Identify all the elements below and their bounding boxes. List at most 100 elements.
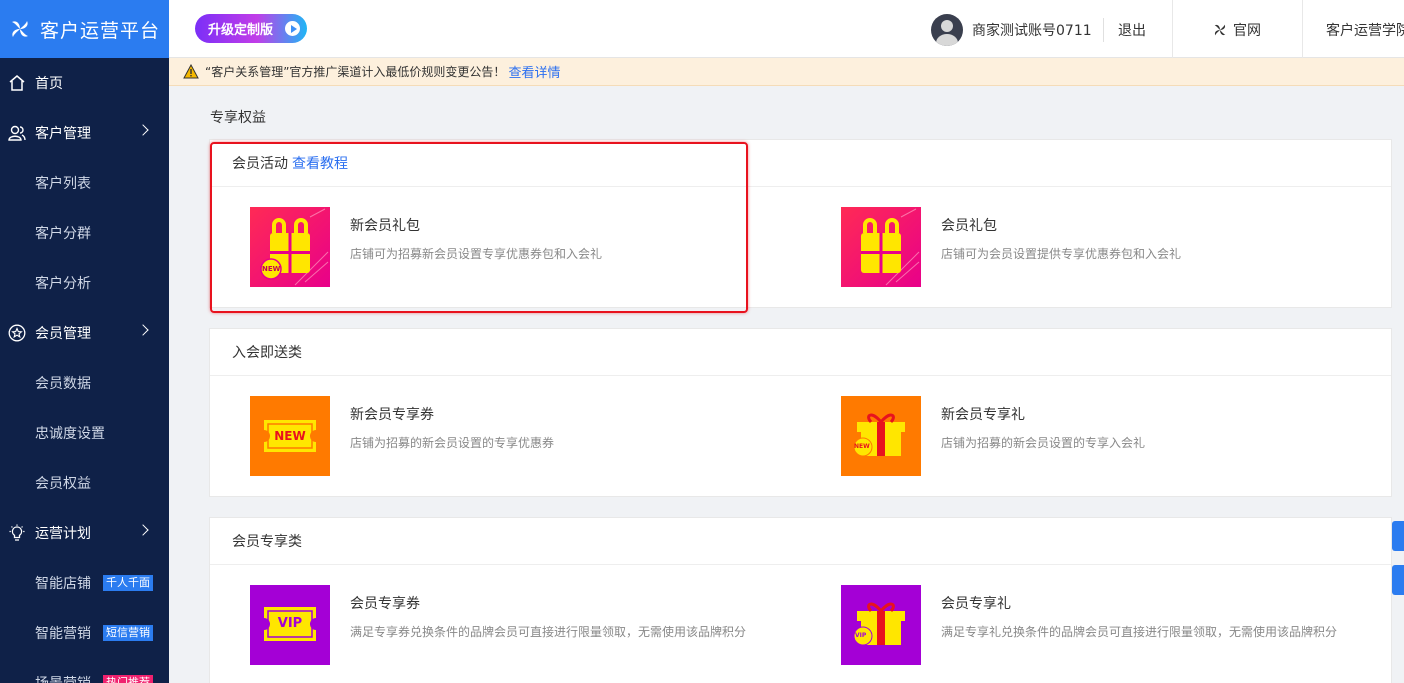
new-member-coupon-item[interactable]: NEW 新会员专享券 店铺为招募的新会员设置的专享优惠券	[250, 396, 554, 476]
account-name[interactable]: 商家测试账号0711	[972, 20, 1092, 40]
card-header: 入会即送类	[210, 329, 1391, 376]
vip-coupon-icon: VIP	[250, 585, 330, 665]
item-title: 新会员专享券	[350, 407, 434, 423]
official-site-label: 官网	[1233, 23, 1261, 39]
item-title: 会员专享券	[350, 596, 420, 612]
sidebar-item-smart-marketing[interactable]: 智能营销 短信营销	[0, 608, 169, 658]
floating-service-button[interactable]	[1392, 565, 1404, 595]
chevron-right-icon	[137, 124, 149, 136]
join-gift-card: 入会即送类 NEW 新会员专享券 店铺为招募的新会员设置的专享优惠券 NEW 新…	[209, 328, 1392, 497]
upgrade-button[interactable]: 升级定制版	[195, 14, 308, 43]
vip-coupon-text: VIP	[277, 616, 303, 631]
new-coupon-text: NEW	[274, 429, 306, 443]
new-coupon-icon: NEW	[250, 396, 330, 476]
chevron-right-icon	[137, 324, 149, 336]
item-title: 新会员礼包	[350, 218, 420, 234]
item-title: 会员专享礼	[941, 596, 1011, 612]
sidebar-item-smart-store[interactable]: 智能店铺 千人千面	[0, 558, 169, 608]
sidebar-item-label: 场景营销	[35, 673, 91, 683]
announcement-details-link[interactable]: 查看详情	[508, 62, 560, 81]
item-title: 新会员专享礼	[941, 407, 1025, 423]
card-header: 会员专享类	[210, 518, 1391, 565]
sidebar-item-member-benefits[interactable]: 会员权益	[0, 458, 169, 508]
sidebar-item-member-data[interactable]: 会员数据	[0, 358, 169, 408]
home-icon	[7, 74, 26, 93]
item-text: 新会员礼包 店铺可为招募新会员设置专享优惠券包和入会礼	[350, 207, 602, 287]
sidebar-item-label: 客户列表	[35, 176, 91, 192]
floating-help-button[interactable]	[1392, 521, 1404, 551]
item-text: 会员专享礼 满足专享礼兑换条件的品牌会员可直接进行限量领取，无需使用该品牌积分	[941, 585, 1337, 665]
sidebar-item-scene-marketing[interactable]: 场景营销 热门推荐	[0, 658, 169, 683]
item-description: 店铺为招募的新会员设置的专享优惠券	[350, 436, 555, 450]
vip-gift-icon: VIP	[841, 585, 921, 665]
sidebar-item-label: 忠诚度设置	[35, 426, 105, 442]
sidebar-item-label: 客户管理	[35, 126, 91, 142]
brand-title: 客户运营平台	[40, 19, 161, 42]
new-member-gift-pack-item[interactable]: NEW 新会员礼包 店铺可为招募新会员设置专享优惠券包和入会礼	[250, 207, 602, 287]
new-member-gift-item[interactable]: NEW 新会员专享礼 店铺为招募的新会员设置的专享入会礼	[841, 396, 1145, 476]
top-header: 升级定制版 商家测试账号0711 退出 官网 客户运营学院	[169, 0, 1404, 58]
item-description: 店铺可为招募新会员设置专享优惠券包和入会礼	[350, 247, 603, 261]
item-text: 新会员专享礼 店铺为招募的新会员设置的专享入会礼	[941, 396, 1145, 476]
official-site-link[interactable]: 官网	[1212, 20, 1261, 40]
announcement-text: “客户关系管理”官方推广渠道计入最低价规则变更公告！	[205, 65, 506, 79]
academy-link[interactable]: 客户运营学院	[1326, 20, 1404, 40]
pinwheel-logo-icon	[12, 21, 28, 37]
member-gift-pack-icon	[841, 207, 921, 287]
sidebar-item-customer-list[interactable]: 客户列表	[0, 158, 169, 208]
item-description: 满足专享券兑换条件的品牌会员可直接进行限量领取，无需使用该品牌积分	[350, 625, 747, 639]
sidebar-item-label: 会员管理	[35, 326, 91, 342]
card-title: 入会即送类	[232, 345, 302, 361]
divider	[1103, 18, 1104, 42]
new-badge-text: NEW	[854, 443, 870, 450]
sidebar-item-customer-analysis[interactable]: 客户分析	[0, 258, 169, 308]
sidebar-badge: 短信营销	[103, 625, 153, 641]
warning-icon	[183, 64, 199, 79]
sidebar-item-member-management[interactable]: 会员管理	[0, 308, 169, 358]
sidebar-badge: 热门推荐	[103, 675, 153, 683]
bulb-icon	[7, 524, 26, 543]
sidebar-item-label: 会员数据	[35, 376, 91, 392]
avatar[interactable]	[931, 14, 963, 46]
member-coupon-item[interactable]: VIP 会员专享券 满足专享券兑换条件的品牌会员可直接进行限量领取，无需使用该品…	[250, 585, 746, 665]
logout-link[interactable]: 退出	[1118, 20, 1146, 40]
new-badge-text: NEW	[262, 265, 281, 273]
chevron-right-icon	[137, 524, 149, 536]
sidebar: 客户运营平台 首页 客户管理 客户列表 客户分群 客户分析 会员管理 会员数据 …	[0, 0, 169, 683]
divider	[1172, 0, 1173, 58]
sidebar-item-loyalty-settings[interactable]: 忠诚度设置	[0, 408, 169, 458]
view-tutorial-link[interactable]: 查看教程	[292, 153, 348, 173]
sidebar-item-label: 智能营销	[35, 626, 91, 642]
sidebar-badge: 千人千面	[103, 575, 153, 591]
card-title: 会员专享类	[232, 534, 302, 550]
member-activity-card: 会员活动 查看教程 NEW 新会员礼包 店铺可为招募新会员设置专享优惠券包和入会…	[209, 139, 1392, 308]
sidebar-item-label: 会员权益	[35, 476, 91, 492]
item-description: 店铺可为会员设置提供专享优惠券包和入会礼	[941, 247, 1182, 261]
member-gift-item[interactable]: VIP 会员专享礼 满足专享礼兑换条件的品牌会员可直接进行限量领取，无需使用该品…	[841, 585, 1337, 665]
announcement-bar: “客户关系管理”官方推广渠道计入最低价规则变更公告！ 查看详情	[169, 58, 1404, 86]
brand-bar[interactable]: 客户运营平台	[0, 0, 169, 58]
sidebar-item-label: 智能店铺	[35, 576, 91, 592]
sidebar-item-home[interactable]: 首页	[0, 58, 169, 108]
sidebar-item-label: 运营计划	[35, 526, 91, 542]
vip-badge-text: VIP	[855, 632, 867, 639]
card-title: 会员活动	[232, 156, 288, 172]
new-member-gift-pack-icon: NEW	[250, 207, 330, 287]
item-title: 会员礼包	[941, 218, 997, 234]
item-text: 新会员专享券 店铺为招募的新会员设置的专享优惠券	[350, 396, 554, 476]
upgrade-button-label: 升级定制版	[208, 23, 274, 38]
section-title: 专享权益	[210, 110, 266, 126]
card-header: 会员活动 查看教程	[210, 140, 1391, 187]
item-description: 满足专享礼兑换条件的品牌会员可直接进行限量领取，无需使用该品牌积分	[941, 625, 1338, 639]
member-gift-pack-item[interactable]: 会员礼包 店铺可为会员设置提供专享优惠券包和入会礼	[841, 207, 1181, 287]
sidebar-item-label: 首页	[35, 76, 63, 92]
member-exclusive-card: 会员专享类 VIP 会员专享券 满足专享券兑换条件的品牌会员可直接进行限量领取，…	[209, 517, 1392, 683]
play-icon	[285, 21, 301, 36]
item-text: 会员礼包 店铺可为会员设置提供专享优惠券包和入会礼	[941, 207, 1181, 287]
star-icon	[7, 324, 26, 343]
sidebar-item-customer-groups[interactable]: 客户分群	[0, 208, 169, 258]
item-text: 会员专享券 满足专享券兑换条件的品牌会员可直接进行限量领取，无需使用该品牌积分	[350, 585, 746, 665]
sidebar-item-operation-plan[interactable]: 运营计划	[0, 508, 169, 558]
sidebar-item-customer-management[interactable]: 客户管理	[0, 108, 169, 158]
item-description: 店铺为招募的新会员设置的专享入会礼	[941, 436, 1146, 450]
